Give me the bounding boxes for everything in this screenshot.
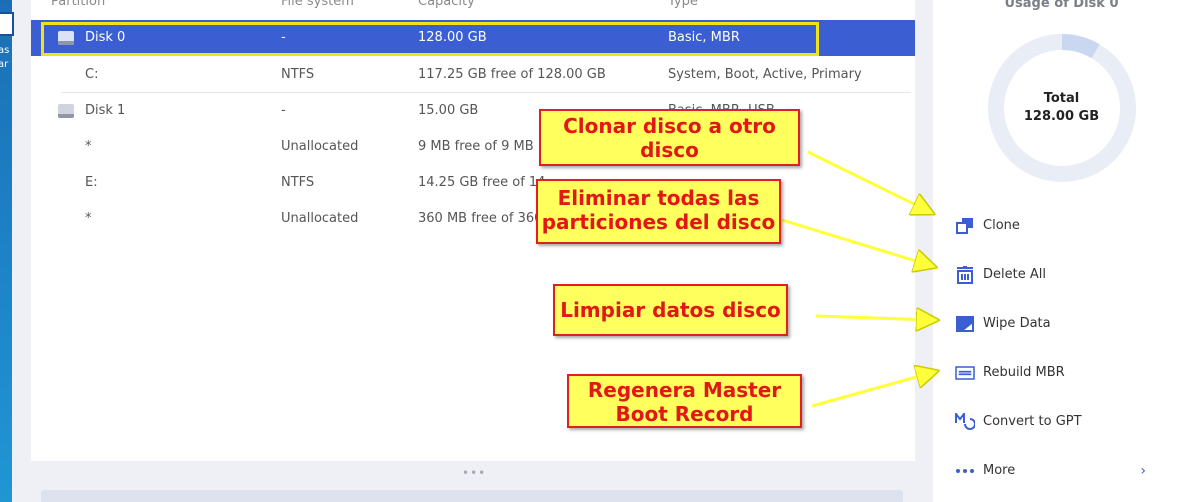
callout-clone: Clonar disco a otro disco <box>539 109 800 166</box>
arrow-to-rebuild-mbr <box>811 372 934 408</box>
callout-delete-all: Eliminar todas las particiones del disco <box>536 179 781 244</box>
arrow-to-delete-all <box>781 218 932 266</box>
callout-wipe-data: Limpiar datos disco <box>553 284 788 336</box>
arrow-to-wipe-data <box>815 316 934 320</box>
arrow-to-clone <box>807 150 930 212</box>
callout-rebuild-mbr: Regenera Master Boot Record <box>567 374 802 428</box>
